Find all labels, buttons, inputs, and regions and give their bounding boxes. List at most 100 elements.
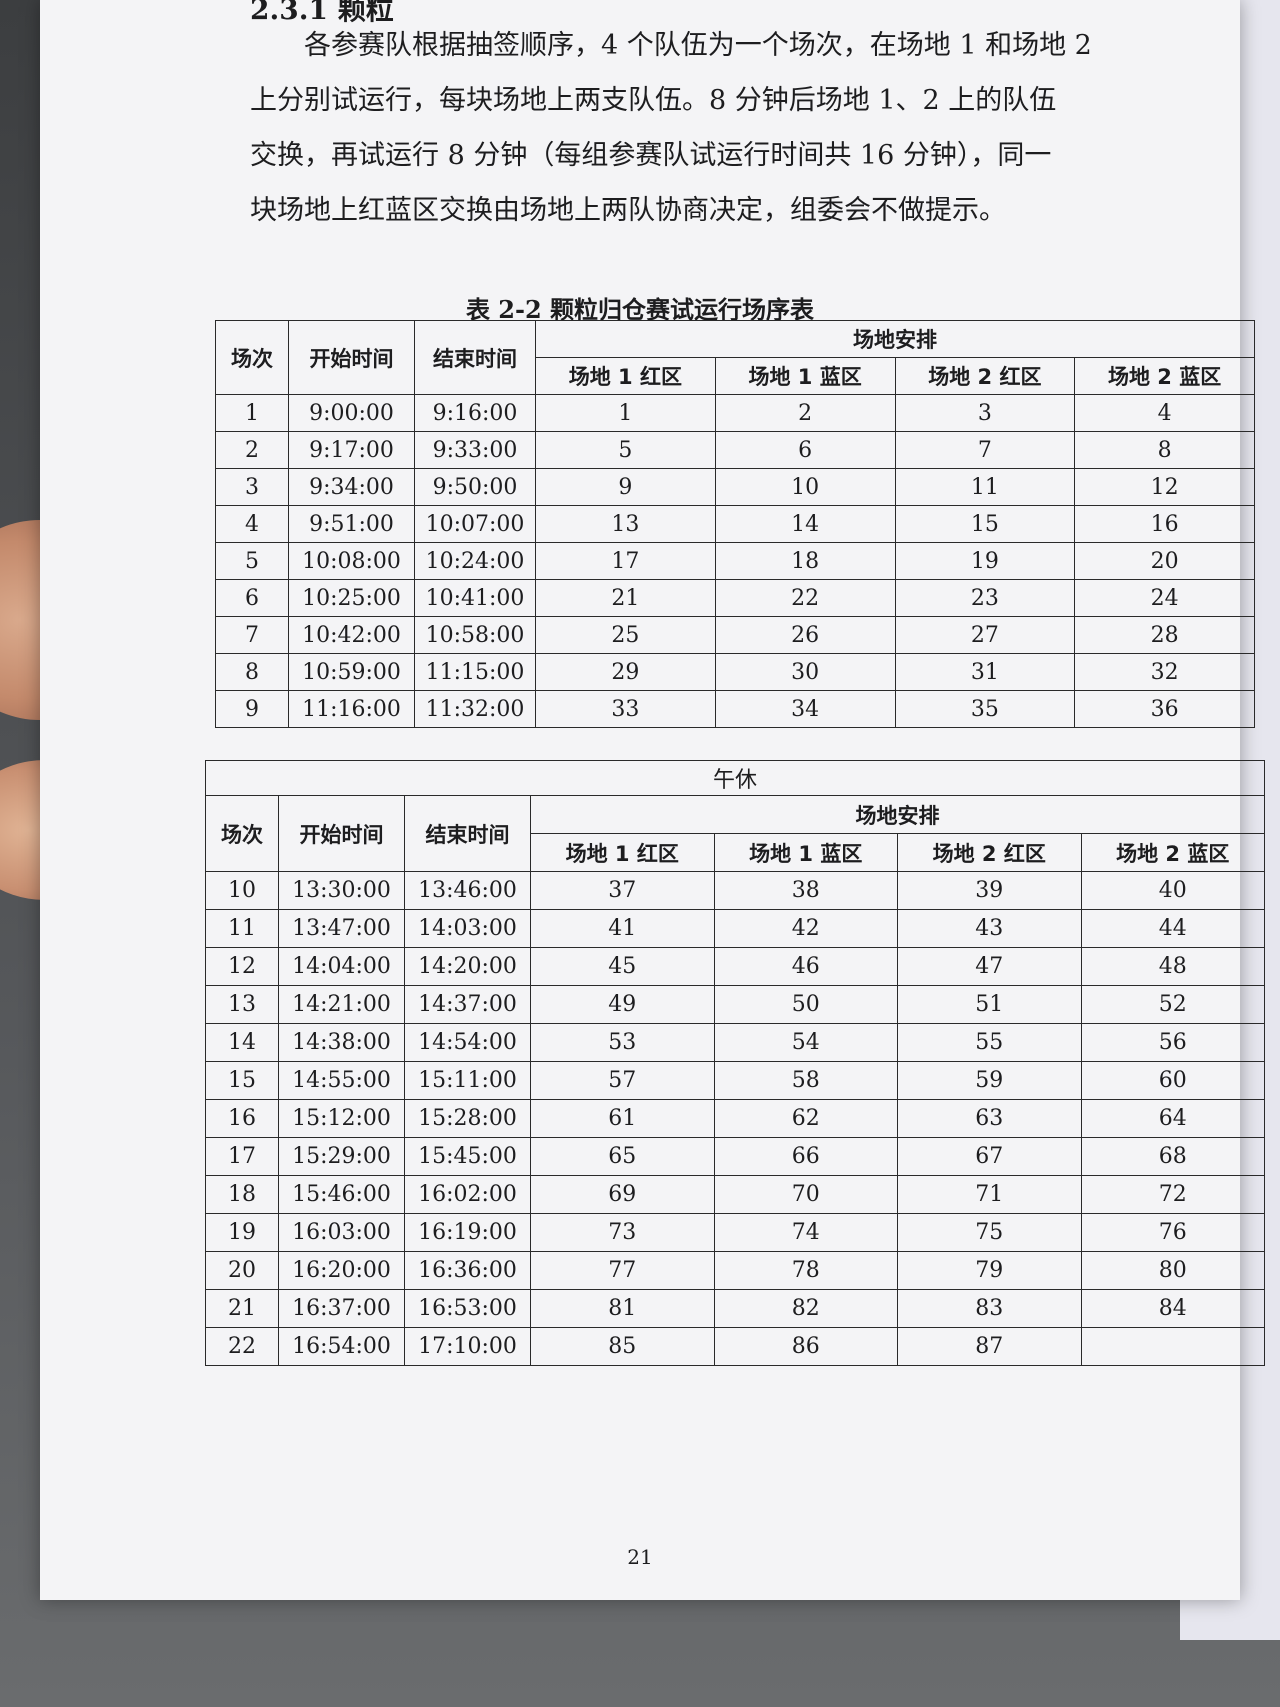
table-cell: 2 xyxy=(215,431,289,469)
table-cell: 69 xyxy=(530,1175,715,1214)
header-zone: 场地 1 蓝区 xyxy=(713,833,898,872)
table-cell: 15 xyxy=(894,505,1076,543)
table-cell: 14:21:00 xyxy=(278,985,405,1024)
table-cell: 86 xyxy=(713,1327,898,1366)
table-row: 12 14:04:00 14:20:00 45 46 47 48 xyxy=(205,947,1265,986)
morning-rows: 1 9:00:00 9:16:00 1 2 3 4 2 9:17:00 9:33:00 5 6 7 8 3 9… xyxy=(215,394,1255,728)
table-cell: 22 xyxy=(714,579,896,617)
table-cell: 3 xyxy=(894,394,1076,432)
table-cell: 80 xyxy=(1080,1251,1265,1290)
table-cell: 36 xyxy=(1074,690,1255,728)
table-cell: 77 xyxy=(530,1251,715,1290)
table-cell: 84 xyxy=(1080,1289,1265,1328)
table-cell: 14:03:00 xyxy=(404,909,531,948)
table-cell: 63 xyxy=(897,1099,1082,1138)
book-page: 2.3.1 颗粒 各参赛队根据抽签顺序，4 个队伍为一个场次，在场地 1 和场地… xyxy=(40,0,1265,1600)
table-cell: 67 xyxy=(897,1137,1082,1176)
table-cell: 16 xyxy=(205,1099,279,1138)
header-arrangement: 场地安排 xyxy=(535,320,1255,358)
table-cell: 13:47:00 xyxy=(278,909,405,948)
table-cell: 14:55:00 xyxy=(278,1061,405,1100)
table-cell: 16:53:00 xyxy=(404,1289,531,1328)
table-row: 14 14:38:00 14:54:00 53 54 55 56 xyxy=(205,1023,1265,1062)
table-cell: 11:16:00 xyxy=(288,690,415,728)
table-cell: 30 xyxy=(714,653,896,691)
table-cell: 18 xyxy=(714,542,896,580)
table-cell: 40 xyxy=(1080,871,1265,910)
table-cell: 39 xyxy=(897,871,1082,910)
table-cell: 7 xyxy=(215,616,289,654)
paragraph-line: 各参赛队根据抽签顺序，4 个队伍为一个场次，在场地 1 和场地 2 xyxy=(304,30,1092,61)
table-cell: 11 xyxy=(894,468,1076,506)
table-cell: 50 xyxy=(713,985,898,1024)
table-row: 19 16:03:00 16:19:00 73 74 75 76 xyxy=(205,1213,1265,1252)
table-cell: 26 xyxy=(714,616,896,654)
table-cell: 68 xyxy=(1080,1137,1265,1176)
table-row: 3 9:34:00 9:50:00 9 10 11 12 xyxy=(215,468,1255,506)
table-cell: 21 xyxy=(205,1289,279,1328)
table-cell xyxy=(1080,1327,1265,1366)
table-cell: 64 xyxy=(1080,1099,1265,1138)
table-cell: 1 xyxy=(215,394,289,432)
header-zone: 场地 1 红区 xyxy=(530,833,715,872)
table-cell: 9:34:00 xyxy=(288,468,415,506)
table-cell: 33 xyxy=(535,690,716,728)
header-round: 场次 xyxy=(215,320,289,395)
table-row: 9 11:16:00 11:32:00 33 34 35 36 xyxy=(215,690,1255,728)
table-cell: 8 xyxy=(215,653,289,691)
table-cell: 48 xyxy=(1080,947,1265,986)
table-cell: 74 xyxy=(713,1213,898,1252)
table-cell: 66 xyxy=(713,1137,898,1176)
table-cell: 15:29:00 xyxy=(278,1137,405,1176)
table-cell: 10:59:00 xyxy=(288,653,415,691)
table-cell: 10:08:00 xyxy=(288,542,415,580)
table-cell: 12 xyxy=(205,947,279,986)
table-cell: 20 xyxy=(1074,542,1255,580)
table-cell: 62 xyxy=(713,1099,898,1138)
table-cell: 60 xyxy=(1080,1061,1265,1100)
afternoon-rows: 10 13:30:00 13:46:00 37 38 39 40 11 13:47:00 14:0… xyxy=(205,871,1265,1366)
table-cell: 14:38:00 xyxy=(278,1023,405,1062)
table-cell: 10:07:00 xyxy=(414,505,536,543)
table-cell: 9:33:00 xyxy=(414,431,536,469)
table-cell: 13:46:00 xyxy=(404,871,531,910)
table-cell: 8 xyxy=(1074,431,1255,469)
table-cell: 16:54:00 xyxy=(278,1327,405,1366)
table-row: 16 15:12:00 15:28:00 61 62 63 64 xyxy=(205,1099,1265,1138)
table-cell: 29 xyxy=(535,653,716,691)
table-cell: 17 xyxy=(535,542,716,580)
table-cell: 56 xyxy=(1080,1023,1265,1062)
table-row: 10 13:30:00 13:46:00 37 38 39 40 xyxy=(205,871,1265,910)
header-start: 开始时间 xyxy=(278,795,405,872)
table-cell: 55 xyxy=(897,1023,1082,1062)
table-cell: 4 xyxy=(215,505,289,543)
table-cell: 43 xyxy=(897,909,1082,948)
table-cell: 65 xyxy=(530,1137,715,1176)
table-row: 11 13:47:00 14:03:00 41 42 43 44 xyxy=(205,909,1265,948)
table-cell: 34 xyxy=(714,690,896,728)
table-cell: 61 xyxy=(530,1099,715,1138)
table-cell: 15:45:00 xyxy=(404,1137,531,1176)
table-cell: 59 xyxy=(897,1061,1082,1100)
table-cell: 6 xyxy=(714,431,896,469)
table-cell: 13 xyxy=(535,505,716,543)
table-cell: 7 xyxy=(894,431,1076,469)
table-cell: 32 xyxy=(1074,653,1255,691)
table-cell: 81 xyxy=(530,1289,715,1328)
table-cell: 42 xyxy=(713,909,898,948)
table-cell: 9:16:00 xyxy=(414,394,536,432)
table-cell: 17 xyxy=(205,1137,279,1176)
table-cell: 19 xyxy=(894,542,1076,580)
table-cell: 15:46:00 xyxy=(278,1175,405,1214)
table-cell: 22 xyxy=(205,1327,279,1366)
table-cell: 14:04:00 xyxy=(278,947,405,986)
table-cell: 10 xyxy=(714,468,896,506)
table-cell: 1 xyxy=(535,394,716,432)
table-cell: 16:02:00 xyxy=(404,1175,531,1214)
table-cell: 13 xyxy=(205,985,279,1024)
header-zone: 场地 1 红区 xyxy=(535,357,716,395)
table-row: 15 14:55:00 15:11:00 57 58 59 60 xyxy=(205,1061,1265,1100)
header-zone: 场地 1 蓝区 xyxy=(714,357,896,395)
table-cell: 75 xyxy=(897,1213,1082,1252)
table-cell: 17:10:00 xyxy=(404,1327,531,1366)
